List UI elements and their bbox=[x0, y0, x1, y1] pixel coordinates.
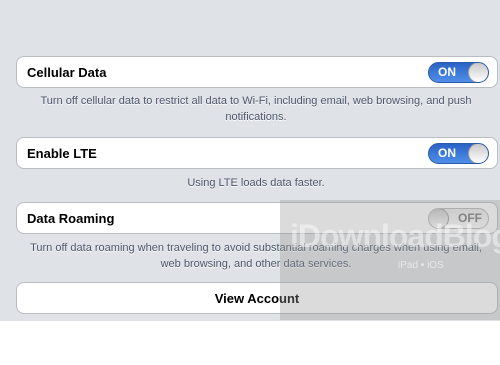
watermark-overlay: iDownloadBlog iPad • iOS bbox=[280, 200, 500, 320]
cellular-data-switch[interactable]: ON bbox=[428, 62, 489, 83]
enable-lte-switch[interactable]: ON bbox=[428, 143, 489, 164]
switch-state-text: ON bbox=[438, 146, 456, 160]
switch-knob bbox=[468, 144, 488, 163]
enable-lte-label: Enable LTE bbox=[27, 146, 97, 161]
switch-knob bbox=[468, 63, 488, 82]
settings-screen: Cellular Data ON Turn off cellular data … bbox=[0, 0, 500, 321]
data-roaming-label: Data Roaming bbox=[27, 211, 115, 226]
enable-lte-footer: Using LTE loads data faster. bbox=[187, 177, 325, 189]
watermark-text: iDownloadBlog bbox=[290, 218, 500, 254]
switch-state-text: ON bbox=[438, 65, 456, 79]
enable-lte-cell: Enable LTE ON bbox=[16, 137, 498, 169]
cellular-data-cell: Cellular Data ON bbox=[16, 56, 498, 88]
cellular-data-label: Cellular Data bbox=[27, 65, 107, 80]
watermark-subtext: iPad • iOS bbox=[398, 260, 444, 271]
cellular-data-footer: Turn off cellular data to restrict all d… bbox=[40, 95, 472, 123]
